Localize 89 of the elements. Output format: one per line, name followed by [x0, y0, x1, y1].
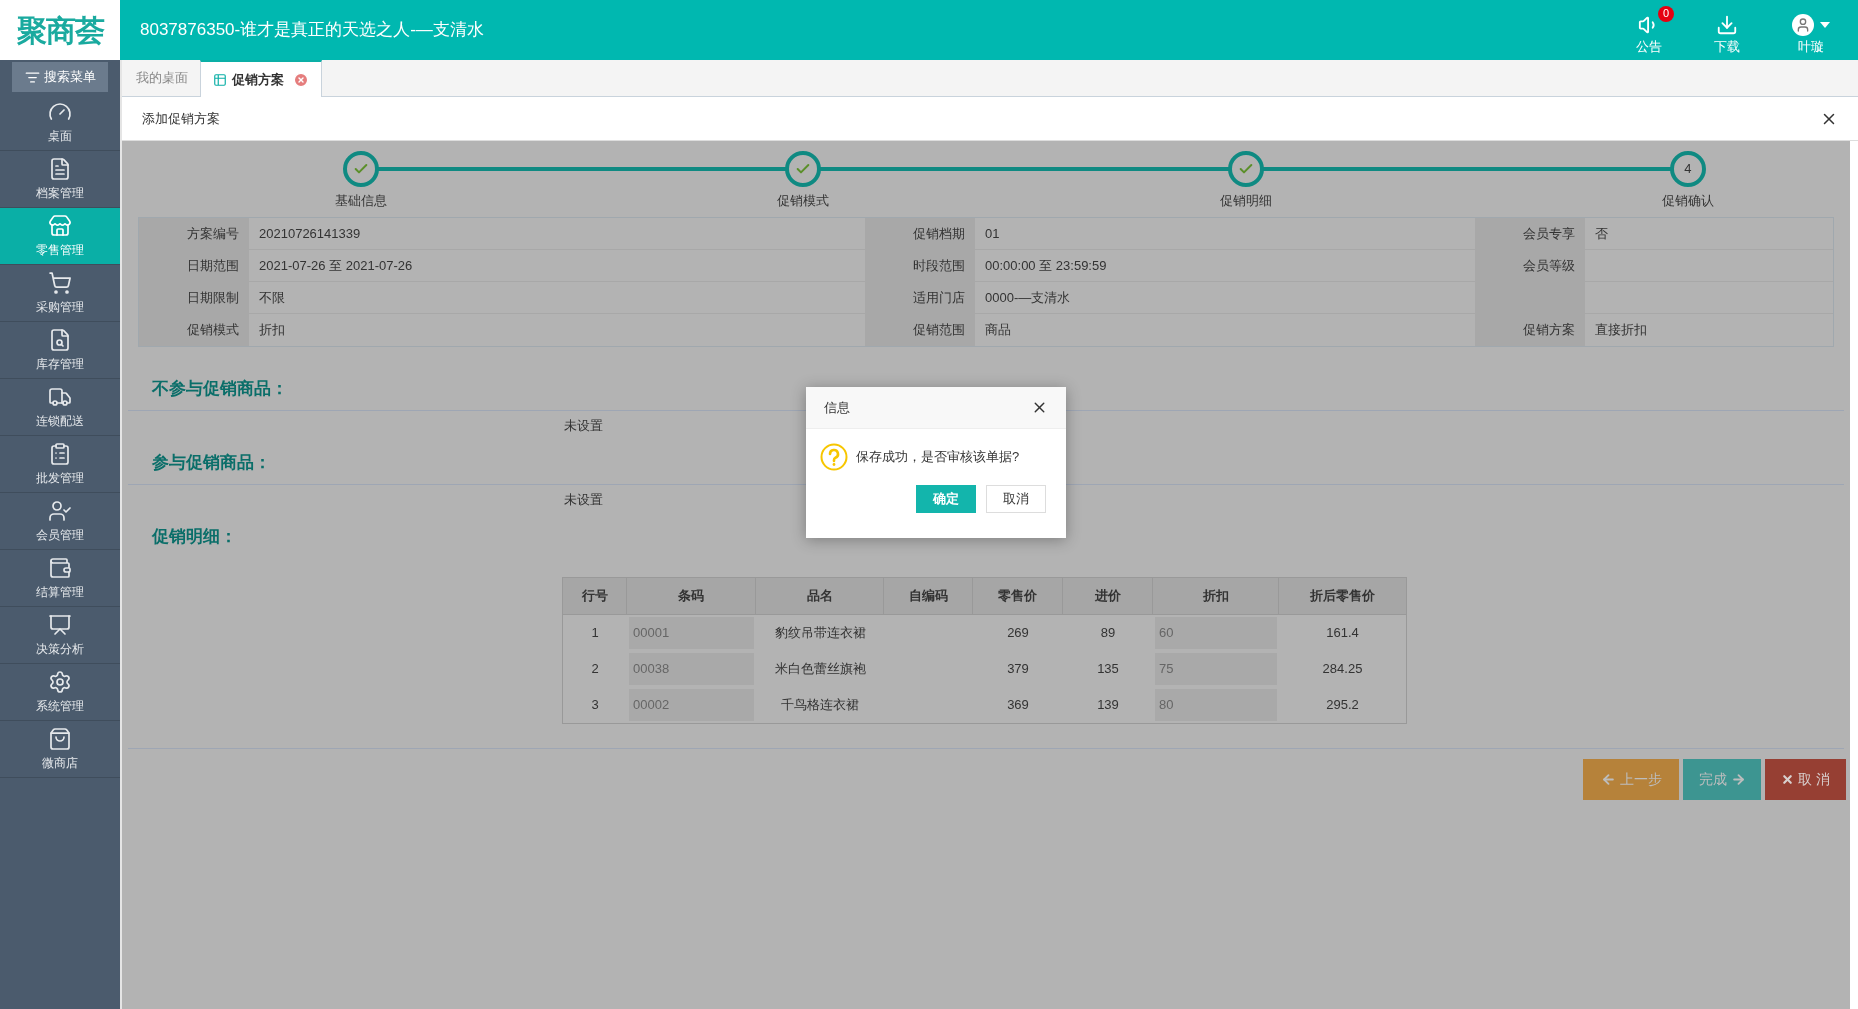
table-cell-text: 00001: [633, 624, 670, 643]
column-header: 折扣: [1153, 578, 1279, 614]
table-cell-text: 269: [1007, 624, 1029, 643]
table-cell-text: 00038: [633, 660, 670, 679]
notification-badge: 0: [1658, 5, 1674, 22]
tab[interactable]: 促销方案: [200, 60, 322, 97]
field-value: 2021-07-26 至 2021-07-26: [259, 256, 413, 275]
table-cell-text: 161.4: [1326, 624, 1359, 643]
wallet-icon: [48, 555, 72, 580]
field-value: 不限: [259, 288, 285, 307]
cancel-button[interactable]: 取消: [986, 485, 1046, 513]
tab[interactable]: 我的桌面: [124, 59, 200, 96]
table-cell-text: 1: [591, 624, 599, 643]
table-icon: [213, 72, 227, 87]
notice-button[interactable]: 0 公告: [1620, 3, 1678, 57]
cart-icon: [48, 270, 72, 295]
column-header: 零售价: [973, 578, 1063, 614]
section-text: 未设置: [564, 491, 603, 510]
table-cell-text: 89: [1100, 624, 1116, 643]
field-label: 促销方案: [1475, 314, 1585, 346]
field-label: 时段范围: [865, 250, 975, 281]
column-header: 行号: [563, 578, 627, 614]
column-header: 品名: [756, 578, 884, 614]
field-value: 01: [985, 224, 1000, 243]
panel-title: 添加促销方案: [142, 109, 220, 128]
section-title: 不参与促销商品：: [152, 377, 288, 400]
bag-icon: [48, 726, 72, 751]
chart-board-icon: [48, 612, 72, 637]
field-label: 日期限制: [139, 282, 249, 313]
settings-icon: [48, 669, 72, 694]
search-list-icon: [24, 69, 40, 85]
table-cell-text: 米白色蕾丝旗袍: [774, 660, 866, 679]
window-title: 8037876350-谁才是真正的天选之人-—支清水: [139, 19, 485, 42]
field-value: 0000-—支清水: [985, 288, 1071, 307]
download-icon: [1716, 13, 1738, 36]
field-label: 促销档期: [865, 218, 975, 249]
user-icon: [48, 498, 72, 523]
clipboard-icon: [48, 441, 72, 466]
question-icon: [820, 443, 848, 471]
table-cell-text: 千鸟格连衣裙: [781, 696, 859, 715]
table-cell-text: 60: [1159, 624, 1174, 643]
table-cell-text: 00002: [633, 696, 670, 715]
field-value: 商品: [985, 321, 1011, 340]
step-label: 促销确认: [1662, 192, 1714, 210]
step-label: 基础信息: [335, 192, 387, 210]
field-label: 会员专享: [1475, 218, 1585, 249]
logo: 聚商荟: [0, 0, 120, 60]
dialog-title: 信息: [824, 398, 850, 417]
table-cell-text: 379: [1007, 660, 1029, 679]
field-value: 折扣: [259, 321, 285, 340]
table-cell-text: 284.25: [1322, 660, 1363, 679]
column-header: 进价: [1063, 578, 1153, 614]
close-icon: [1781, 773, 1795, 786]
cancel-button[interactable]: 取 消: [1765, 759, 1846, 800]
section-title: 参与促销商品：: [152, 451, 271, 474]
store-icon: [48, 213, 72, 238]
field-label: 促销范围: [865, 314, 975, 346]
arrow-right-icon: [1730, 772, 1746, 787]
column-header: 折后零售价: [1309, 587, 1376, 606]
table-cell-text: 80: [1159, 696, 1174, 715]
field-label: 日期范围: [139, 250, 249, 281]
avatar-icon: [1792, 13, 1814, 36]
step-label: 促销明细: [1219, 192, 1272, 210]
section-text: 未设置: [564, 417, 603, 436]
table-cell-text: 75: [1159, 660, 1174, 679]
caret-icon: [1820, 21, 1830, 28]
table-cell-text: 369: [1007, 696, 1029, 715]
field-label: 会员等级: [1475, 250, 1585, 281]
field-value: 否: [1595, 224, 1608, 243]
step-label: 促销模式: [777, 192, 830, 210]
column-header: 自编码: [884, 578, 973, 614]
table-cell-text: 135: [1097, 660, 1119, 679]
field-label: 适用门店: [865, 282, 975, 313]
search-menu-button[interactable]: 搜索菜单: [12, 62, 108, 92]
document-icon: [48, 156, 72, 181]
field-value: 直接折扣: [1595, 321, 1647, 340]
table-cell-text: 2: [591, 660, 599, 679]
column-header: 条码: [627, 578, 756, 614]
table-cell-text: 3: [591, 696, 599, 715]
dialog-message: 保存成功，是否审核该单据?: [856, 448, 1020, 467]
field-value: 20210726141339: [259, 224, 361, 243]
field-label: 促销模式: [139, 314, 249, 346]
document-search-icon: [48, 327, 72, 352]
table-cell-text: 豹纹吊带连衣裙: [774, 624, 866, 643]
section-title: 促销明细：: [152, 526, 237, 549]
field-label: 方案编号: [139, 218, 249, 249]
table-cell-text: 295.2: [1326, 696, 1359, 715]
table-cell-text: 139: [1097, 696, 1119, 715]
field-value: 00:00:00 至 23:59:59: [985, 256, 1107, 275]
